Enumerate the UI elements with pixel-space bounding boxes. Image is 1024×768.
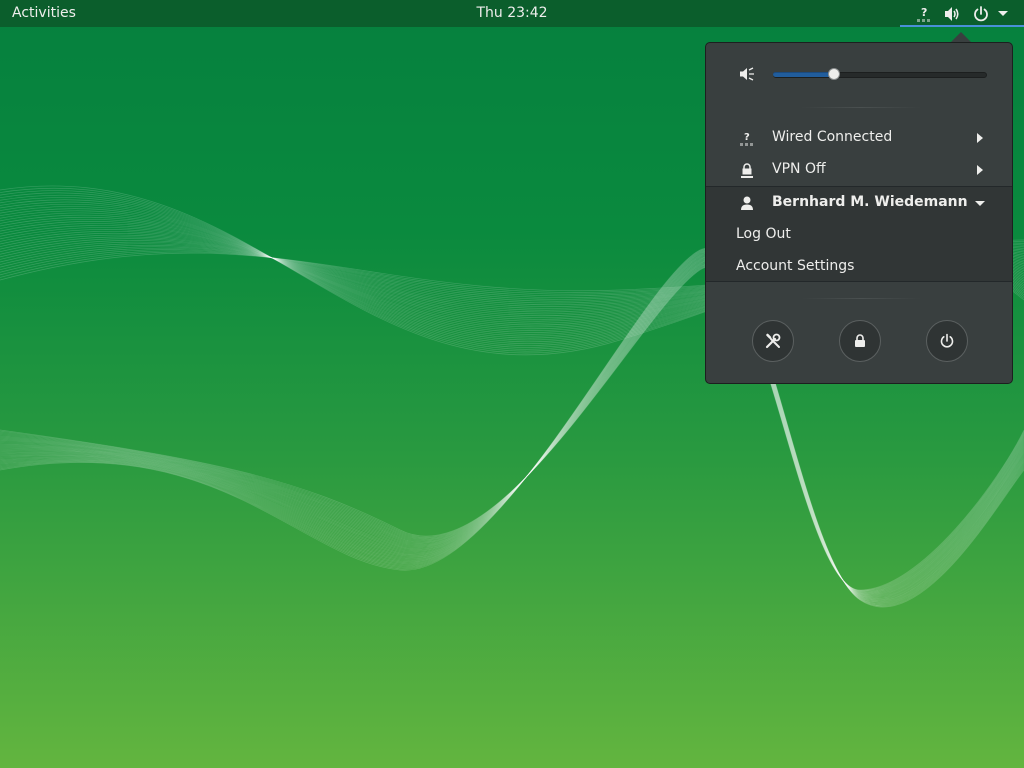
settings-button[interactable] xyxy=(752,320,794,362)
volume-slider-fill xyxy=(773,72,834,77)
power-off-button[interactable] xyxy=(926,320,968,362)
lock-icon xyxy=(855,334,865,347)
settings-icon xyxy=(765,333,781,349)
svg-text:?: ? xyxy=(744,132,750,143)
power-icon xyxy=(974,6,988,22)
user-section: Bernhard M. Wiedemann Log Out Account Se… xyxy=(706,186,1012,282)
account-settings-label: Account Settings xyxy=(736,258,855,274)
volume-row xyxy=(706,63,1012,87)
menu-arrow-down-icon xyxy=(998,11,1008,16)
chevron-right-icon xyxy=(977,165,983,175)
user-name: Bernhard M. Wiedemann xyxy=(772,194,968,210)
volume-icon xyxy=(945,7,959,21)
vpn-lock-icon xyxy=(741,163,753,178)
active-indicator xyxy=(900,25,1024,27)
chevron-right-icon xyxy=(977,133,983,143)
wired-network-label: Wired Connected xyxy=(772,129,893,145)
clock-container: Thu 23:42 xyxy=(0,5,1024,21)
vpn-item[interactable]: VPN Off xyxy=(706,154,1012,186)
volume-slider-handle[interactable] xyxy=(828,68,840,80)
activities-button[interactable]: Activities xyxy=(12,5,76,21)
system-status-area[interactable]: ? xyxy=(900,0,1024,27)
lock-screen-button[interactable] xyxy=(839,320,881,362)
chevron-down-icon xyxy=(975,201,985,206)
system-menu: ? Wired Connected VPN Off Bernhard M. Wi… xyxy=(705,42,1013,384)
volume-muted-icon[interactable] xyxy=(739,66,755,82)
user-icon xyxy=(741,196,753,210)
power-icon xyxy=(940,333,954,348)
log-out-item[interactable]: Log Out xyxy=(706,219,1012,251)
separator xyxy=(801,107,921,108)
separator xyxy=(801,298,921,299)
svg-text:?: ? xyxy=(921,6,927,19)
desktop: Activities Thu 23:42 ? ? Wired Connected… xyxy=(0,0,1024,768)
network-wired-unknown-icon: ? xyxy=(740,132,753,146)
user-item[interactable]: Bernhard M. Wiedemann xyxy=(706,187,1012,219)
clock[interactable]: Thu 23:42 xyxy=(476,5,547,21)
vpn-label: VPN Off xyxy=(772,161,826,177)
top-bar: Activities Thu 23:42 ? xyxy=(0,0,1024,27)
log-out-label: Log Out xyxy=(736,226,791,242)
wired-network-item[interactable]: ? Wired Connected xyxy=(706,122,1012,154)
account-settings-item[interactable]: Account Settings xyxy=(706,251,1012,283)
volume-slider[interactable] xyxy=(773,63,987,85)
network-unknown-icon: ? xyxy=(917,6,930,22)
